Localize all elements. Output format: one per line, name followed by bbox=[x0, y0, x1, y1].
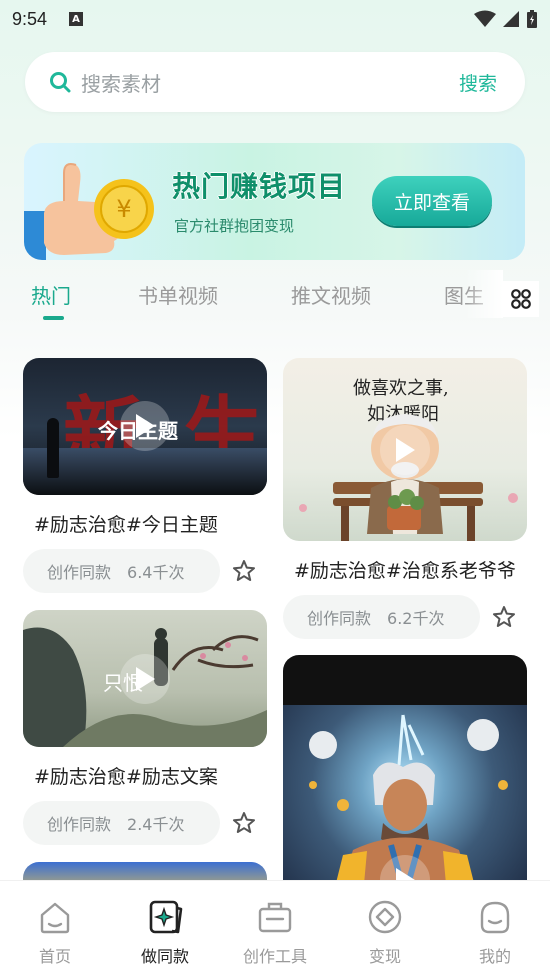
toolbox-icon bbox=[258, 902, 292, 933]
promo-banner[interactable]: ¥ 热门赚钱项目 官方社群抱团变现 立即查看 bbox=[24, 143, 525, 260]
banner-subtitle: 官方社群抱团变现 bbox=[174, 217, 295, 235]
video-thumbnail[interactable]: 做喜欢之事, 如沐暖阳 bbox=[283, 358, 527, 541]
tab-novel-video[interactable]: 推文视频 bbox=[291, 280, 371, 309]
nav-label: 首页 bbox=[38, 947, 71, 966]
video-thumbnail[interactable]: 新生 今日主题 bbox=[23, 358, 267, 495]
status-bar: 9:54 A bbox=[0, 0, 550, 38]
search-bar[interactable]: 搜索素材 搜索 bbox=[25, 52, 525, 112]
nav-label: 创作工具 bbox=[242, 947, 307, 966]
battery-icon bbox=[527, 10, 537, 28]
banner-title: 热门赚钱项目 bbox=[172, 170, 347, 203]
create-same-button[interactable]: 创作同款 6.4千次 bbox=[23, 549, 220, 593]
search-icon bbox=[50, 72, 71, 93]
search-button[interactable]: 搜索 bbox=[459, 69, 497, 96]
create-same-button[interactable]: 创作同款 2.4千次 bbox=[23, 801, 220, 845]
play-button[interactable] bbox=[120, 654, 170, 704]
nav-label: 做同款 bbox=[140, 947, 189, 966]
banner-view-button[interactable]: 立即查看 bbox=[372, 176, 492, 226]
home-icon bbox=[40, 902, 70, 934]
create-same-label: 创作同款 bbox=[47, 815, 112, 834]
bottom-nav: 首页 做同款 创作工具 变现 我的 bbox=[0, 880, 550, 977]
play-icon bbox=[136, 667, 155, 691]
make-same-icon bbox=[149, 900, 183, 934]
all-categories-button[interactable] bbox=[503, 281, 539, 317]
use-count: 6.4千次 bbox=[127, 563, 185, 582]
profile-icon bbox=[480, 901, 510, 934]
coin-symbol: ¥ bbox=[116, 195, 131, 223]
card-title[interactable]: #励志治愈#今日主题 bbox=[34, 510, 267, 537]
nav-profile[interactable]: 我的 bbox=[440, 881, 550, 977]
search-input[interactable]: 搜索素材 bbox=[81, 68, 459, 97]
status-icons bbox=[474, 9, 538, 29]
favorite-star-icon[interactable] bbox=[232, 811, 256, 835]
nav-creation-tools[interactable]: 创作工具 bbox=[220, 881, 330, 977]
monetize-icon bbox=[368, 900, 402, 934]
tab-booklist-video[interactable]: 书单视频 bbox=[138, 280, 218, 309]
nav-label: 我的 bbox=[478, 947, 511, 966]
signal-icon bbox=[503, 11, 519, 27]
create-same-label: 创作同款 bbox=[307, 609, 372, 628]
video-thumbnail[interactable]: 只恨 bbox=[23, 610, 267, 747]
grid-icon bbox=[511, 289, 531, 309]
play-button[interactable] bbox=[380, 425, 430, 475]
nav-home[interactable]: 首页 bbox=[0, 881, 110, 977]
nav-make-same[interactable]: 做同款 bbox=[110, 881, 220, 977]
play-icon bbox=[136, 414, 155, 438]
nav-label: 变现 bbox=[368, 947, 401, 966]
video-thumbnail[interactable] bbox=[283, 655, 527, 895]
wifi-icon bbox=[474, 10, 496, 27]
category-tabs: 热门 书单视频 推文视频 图生 bbox=[0, 270, 550, 325]
status-time: 9:54 bbox=[12, 8, 48, 29]
use-count: 6.2千次 bbox=[387, 609, 445, 628]
tab-hot[interactable]: 热门 bbox=[31, 280, 71, 309]
create-same-label: 创作同款 bbox=[47, 563, 112, 582]
play-button[interactable] bbox=[120, 401, 170, 451]
play-icon bbox=[396, 438, 415, 462]
create-same-button[interactable]: 创作同款 6.2千次 bbox=[283, 595, 480, 639]
card-title[interactable]: #励志治愈#治愈系老爷爷 bbox=[294, 556, 550, 583]
favorite-star-icon[interactable] bbox=[492, 605, 516, 629]
notification-icon: A bbox=[69, 12, 84, 26]
active-tab-indicator bbox=[43, 316, 64, 320]
silhouette bbox=[47, 418, 59, 478]
use-count: 2.4千次 bbox=[127, 815, 185, 834]
thumbs-up-coin-illustration: ¥ bbox=[24, 163, 154, 260]
favorite-star-icon[interactable] bbox=[232, 559, 256, 583]
card-title[interactable]: #励志治愈#励志文案 bbox=[34, 762, 267, 789]
nav-monetize[interactable]: 变现 bbox=[330, 881, 440, 977]
